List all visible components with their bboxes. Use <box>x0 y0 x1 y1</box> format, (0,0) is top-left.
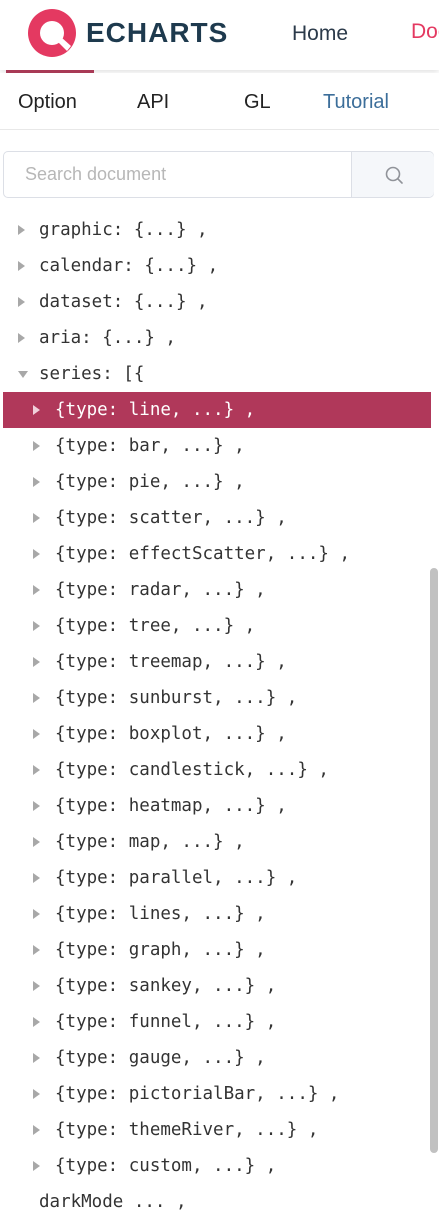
tree-node-label: {type: funnel, ...} , <box>55 1012 277 1032</box>
tree-node-label: aria: {...} , <box>39 328 176 348</box>
scrollbar-thumb[interactable] <box>430 568 438 1153</box>
tree-node[interactable]: calendar: {...} , <box>0 248 428 284</box>
caret-right-icon[interactable] <box>18 261 25 271</box>
series-item[interactable]: {type: custom, ...} , <box>0 1148 428 1184</box>
tree-node-label: {type: pictorialBar, ...} , <box>55 1084 340 1104</box>
tree-node-label: {type: boxplot, ...} , <box>55 724 287 744</box>
nav-home-link[interactable]: Home <box>292 22 348 46</box>
caret-right-icon[interactable] <box>33 1017 40 1027</box>
tree-node[interactable]: dataset: {...} , <box>0 284 428 320</box>
search-box <box>3 151 434 198</box>
caret-right-icon[interactable] <box>33 837 40 847</box>
tree-node-label: {type: pie, ...} , <box>55 472 245 492</box>
series-item[interactable]: {type: funnel, ...} , <box>0 1004 428 1040</box>
caret-right-icon[interactable] <box>33 441 40 451</box>
series-item[interactable]: {type: treemap, ...} , <box>0 644 428 680</box>
series-item[interactable]: {type: parallel, ...} , <box>0 860 428 896</box>
caret-right-icon[interactable] <box>33 981 40 991</box>
series-item[interactable]: {type: themeRiver, ...} , <box>0 1112 428 1148</box>
tree-node-label: {type: bar, ...} , <box>55 436 245 456</box>
caret-right-icon[interactable] <box>18 225 25 235</box>
search-input[interactable] <box>4 152 350 197</box>
series-item[interactable]: {type: sankey, ...} , <box>0 968 428 1004</box>
tree-node[interactable]: graphic: {...} , <box>0 212 428 248</box>
caret-right-icon[interactable] <box>33 549 40 559</box>
series-item[interactable]: {type: effectScatter, ...} , <box>0 536 428 572</box>
series-item[interactable]: {type: candlestick, ...} , <box>0 752 428 788</box>
tree-node-label: {type: lines, ...} , <box>55 904 266 924</box>
tab-gl[interactable]: GL <box>244 91 271 114</box>
tab-option[interactable]: Option <box>18 91 77 114</box>
tree-node-label: {type: radar, ...} , <box>55 580 266 600</box>
tree-node-label: series: [{ <box>39 364 145 384</box>
caret-right-icon[interactable] <box>33 513 40 523</box>
tree-node-label: {type: scatter, ...} , <box>55 508 287 528</box>
caret-right-icon[interactable] <box>33 1161 40 1171</box>
search-button[interactable] <box>351 152 434 197</box>
echarts-logo-icon[interactable] <box>27 8 77 58</box>
caret-right-icon[interactable] <box>33 1053 40 1063</box>
tree-node-label: {type: candlestick, ...} , <box>55 760 329 780</box>
tree-node-label: {type: graph, ...} , <box>55 940 266 960</box>
nav-docs-link[interactable]: Docs <box>411 20 439 44</box>
caret-right-icon[interactable] <box>33 585 40 595</box>
series-item[interactable]: {type: boxplot, ...} , <box>0 716 428 752</box>
series-item[interactable]: {type: scatter, ...} , <box>0 500 428 536</box>
tree-node-label: {type: sankey, ...} , <box>55 976 277 996</box>
series-item[interactable]: {type: bar, ...} , <box>0 428 428 464</box>
caret-right-icon[interactable] <box>33 765 40 775</box>
caret-right-icon[interactable] <box>33 621 40 631</box>
tree-node-series[interactable]: series: [{ <box>0 356 428 392</box>
series-item[interactable]: {type: heatmap, ...} , <box>0 788 428 824</box>
tab-api[interactable]: API <box>137 91 169 114</box>
series-item[interactable]: {type: map, ...} , <box>0 824 428 860</box>
series-item[interactable]: {type: sunburst, ...} , <box>0 680 428 716</box>
caret-right-icon[interactable] <box>33 909 40 919</box>
search-icon <box>385 166 403 184</box>
series-item[interactable]: {type: lines, ...} , <box>0 896 428 932</box>
caret-right-icon[interactable] <box>18 297 25 307</box>
tree-node-label: {type: custom, ...} , <box>55 1156 277 1176</box>
series-item[interactable]: {type: radar, ...} , <box>0 572 428 608</box>
caret-right-icon[interactable] <box>33 873 40 883</box>
caret-right-icon[interactable] <box>33 729 40 739</box>
tree-node-label: calendar: {...} , <box>39 256 219 276</box>
tree-node-label: {type: treemap, ...} , <box>55 652 287 672</box>
tree-node-label: {type: parallel, ...} , <box>55 868 298 888</box>
tree-node-label: dataset: {...} , <box>39 292 208 312</box>
tree-node-darkmode[interactable]: darkMode ... , <box>0 1184 428 1220</box>
tree-node-label: {type: heatmap, ...} , <box>55 796 287 816</box>
tree-node-label: {type: effectScatter, ...} , <box>55 544 351 564</box>
tree-node-label: {type: map, ...} , <box>55 832 245 852</box>
caret-right-icon[interactable] <box>33 945 40 955</box>
tree-node-label: {type: line, ...} , <box>55 400 256 420</box>
caret-right-icon[interactable] <box>18 333 25 343</box>
tree-node-label: {type: tree, ...} , <box>55 616 256 636</box>
tree-node-label: {type: gauge, ...} , <box>55 1048 266 1068</box>
doc-tabs: Option API GL Tutorial <box>0 73 439 130</box>
series-item[interactable]: {type: tree, ...} , <box>0 608 428 644</box>
caret-right-icon[interactable] <box>33 657 40 667</box>
caret-down-icon[interactable] <box>18 371 28 378</box>
top-header: ECHARTS Home Docs <box>0 0 439 70</box>
series-item[interactable]: {type: pictorialBar, ...} , <box>0 1076 428 1112</box>
series-item[interactable]: {type: pie, ...} , <box>0 464 428 500</box>
tree-node-label: {type: themeRiver, ...} , <box>55 1120 319 1140</box>
tree-node-label: darkMode ... , <box>39 1192 187 1212</box>
caret-right-icon[interactable] <box>33 1125 40 1135</box>
tab-tutorial[interactable]: Tutorial <box>323 91 389 114</box>
tree-node-label: graphic: {...} , <box>39 220 208 240</box>
series-item[interactable]: {type: gauge, ...} , <box>0 1040 428 1076</box>
caret-right-icon[interactable] <box>33 693 40 703</box>
caret-right-icon[interactable] <box>33 477 40 487</box>
tree-node[interactable]: aria: {...} , <box>0 320 428 356</box>
caret-right-icon[interactable] <box>33 405 40 415</box>
caret-right-icon[interactable] <box>33 801 40 811</box>
series-item[interactable]: {type: graph, ...} , <box>0 932 428 968</box>
series-item[interactable]: {type: line, ...} , <box>3 392 431 428</box>
tree-node-label: {type: sunburst, ...} , <box>55 688 298 708</box>
caret-right-icon[interactable] <box>33 1089 40 1099</box>
logo-wordmark[interactable]: ECHARTS <box>86 17 228 49</box>
